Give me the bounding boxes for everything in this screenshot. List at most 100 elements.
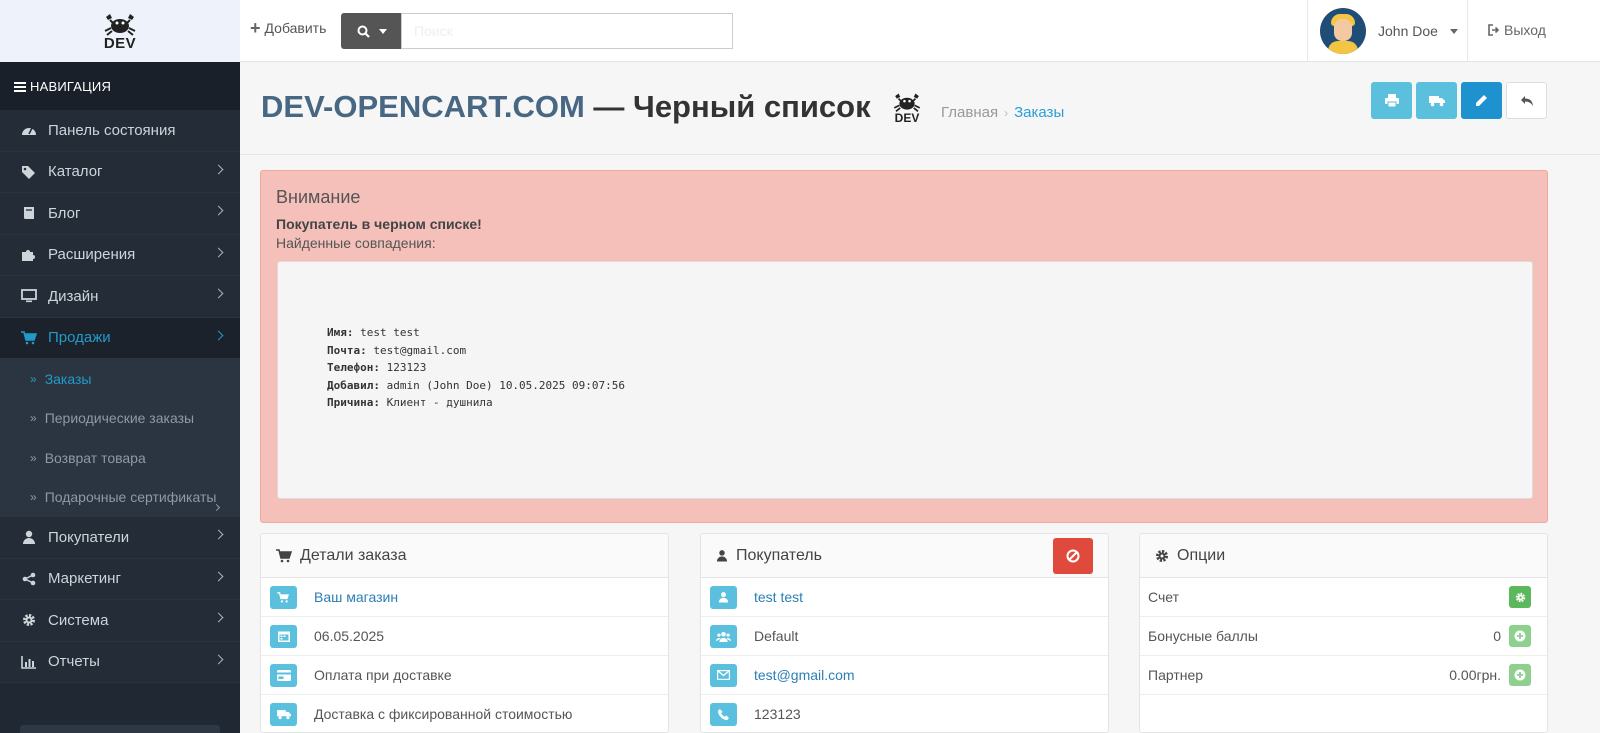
customer-phone-row: 123123 xyxy=(701,695,1108,732)
breadcrumb-separator: › xyxy=(1004,105,1009,120)
chevron-right-icon xyxy=(213,571,224,581)
share-icon xyxy=(20,571,38,587)
sidebar-subitem-orders[interactable]: » Заказы xyxy=(0,359,240,399)
reward-points-label: Бонусные баллы xyxy=(1148,628,1258,644)
page-title-rest: — Черный список xyxy=(584,89,871,124)
sidebar-item-system[interactable]: Система xyxy=(0,600,240,642)
blacklist-alert: Внимание Покупатель в черном списке! Най… xyxy=(260,170,1548,523)
logout-link[interactable]: Выход xyxy=(1488,22,1546,38)
chevron-right-icon xyxy=(213,205,224,216)
breadcrumb: Главная › Заказы xyxy=(941,104,1064,121)
sidebar-item-label: Блог xyxy=(48,204,81,222)
pencil-icon xyxy=(1476,95,1487,106)
sidebar-item-design[interactable]: Дизайн xyxy=(0,276,240,318)
sidebar-subitem-gift-vouchers[interactable]: » Подарочные сертификаты xyxy=(0,477,240,517)
sidebar-subitem-label: Подарочные сертификаты xyxy=(44,489,217,506)
customer-email-link[interactable]: test@gmail.com xyxy=(754,667,855,683)
sidebar-item-reports[interactable]: Отчеты xyxy=(0,641,240,683)
panel-heading: Детали заказа xyxy=(261,534,668,578)
bars-icon xyxy=(14,81,26,92)
search-input[interactable] xyxy=(401,13,733,49)
group-icon xyxy=(710,624,737,648)
customer-group: Default xyxy=(754,628,799,644)
page-header: DEV-OPENCART.COM — Черный список DEV Гла… xyxy=(240,62,1600,155)
print-shipping-button[interactable] xyxy=(1416,82,1457,119)
add-label: Добавить xyxy=(264,20,327,36)
panel-title: Опции xyxy=(1177,546,1226,564)
options-panel: Опции Счет Бонусные баллы 0 Партнер 0.00… xyxy=(1139,533,1548,733)
sidebar-item-catalog[interactable]: Каталог xyxy=(0,151,240,193)
sidebar-subitem-recurring-orders[interactable]: » Периодические заказы xyxy=(0,398,240,438)
sidebar-item-label: Покупатели xyxy=(48,528,130,546)
sidebar-item-extensions[interactable]: Расширения xyxy=(0,234,240,276)
sidebar-item-label: Каталог xyxy=(48,163,103,181)
chevron-right-icon xyxy=(212,503,221,511)
customer-panel: Покупатель test test Default test@gmail.… xyxy=(700,533,1109,733)
add-reward-button[interactable] xyxy=(1509,625,1531,647)
cart-icon xyxy=(270,585,297,609)
user-name: John Doe xyxy=(1378,23,1438,39)
book-icon xyxy=(20,205,38,221)
panel-title: Покупатель xyxy=(736,546,822,564)
reward-points-row: Бонусные баллы 0 xyxy=(1140,617,1547,656)
plus-icon: + xyxy=(250,18,261,38)
crab-logo-icon xyxy=(893,93,921,112)
invoice-row: Счет xyxy=(1140,578,1547,617)
add-button[interactable]: + Добавить xyxy=(250,18,327,38)
date-row: 06.05.2025 xyxy=(261,617,668,656)
calendar-icon xyxy=(270,624,297,648)
sidebar-item-marketing[interactable]: Маркетинг xyxy=(0,558,240,600)
sign-out-icon xyxy=(1488,24,1500,36)
panel-title: Детали заказа xyxy=(300,546,407,564)
chevron-right-icon xyxy=(213,247,224,257)
user-icon xyxy=(716,550,728,562)
double-angle-right-icon: » xyxy=(30,371,37,386)
chevron-right-icon xyxy=(213,164,224,174)
sidebar-item-dashboard[interactable]: Панель состояния xyxy=(0,110,240,152)
plus-circle-icon xyxy=(1514,669,1526,681)
sidebar-item-label: Расширения xyxy=(48,246,136,264)
sidebar-item-sales[interactable]: Продажи xyxy=(0,317,240,359)
double-angle-right-icon: » xyxy=(30,490,37,505)
logo[interactable]: DEV xyxy=(0,0,240,62)
back-button[interactable] xyxy=(1506,82,1547,119)
alert-heading: Внимание xyxy=(276,187,361,207)
search-type-button[interactable] xyxy=(341,13,402,49)
add-commission-button[interactable] xyxy=(1509,664,1531,686)
sidebar-item-label: Система xyxy=(48,611,109,629)
panel-heading: Опции xyxy=(1140,534,1547,578)
double-angle-right-icon: » xyxy=(30,411,37,426)
page-title: DEV-OPENCART.COM — Черный список xyxy=(261,89,871,125)
affiliate-value: 0.00грн. xyxy=(1449,667,1501,683)
search-icon xyxy=(357,25,370,38)
print-invoice-button[interactable] xyxy=(1371,82,1412,119)
navigation-title[interactable]: НАВИГАЦИЯ xyxy=(0,62,240,110)
order-details-panel: Детали заказа Ваш магазин 06.05.2025 Опл… xyxy=(260,533,669,733)
avatar xyxy=(1320,8,1366,54)
cart-icon xyxy=(20,330,38,346)
bar-chart-icon xyxy=(20,654,38,670)
blacklist-button[interactable] xyxy=(1053,538,1093,574)
breadcrumb-orders[interactable]: Заказы xyxy=(1014,104,1064,121)
sidebar-item-blog[interactable]: Блог xyxy=(0,193,240,235)
logout-label: Выход xyxy=(1504,22,1546,38)
user-menu[interactable]: John Doe xyxy=(1307,0,1468,62)
match-details: Имя: test test Почта: test@gmail.com Тел… xyxy=(277,261,1533,499)
edit-button[interactable] xyxy=(1461,82,1502,119)
dashboard-icon xyxy=(20,122,38,138)
mini-logo: DEV xyxy=(890,91,924,125)
sidebar-item-label: Дизайн xyxy=(48,287,99,305)
sidebar-subitem-label: Периодические заказы xyxy=(44,410,195,427)
sidebar-item-label: Маркетинг xyxy=(48,570,121,588)
ban-icon xyxy=(1066,549,1080,563)
generate-invoice-button[interactable] xyxy=(1509,586,1531,608)
breadcrumb-home[interactable]: Главная xyxy=(941,104,998,121)
sidebar-item-customers[interactable]: Покупатели xyxy=(0,517,240,559)
store-link[interactable]: Ваш магазин xyxy=(314,589,398,605)
sidebar-item-label: Панель состояния xyxy=(48,121,176,139)
sidebar-subitem-returns[interactable]: » Возврат товара xyxy=(0,438,240,478)
sidebar-item-label: Продажи xyxy=(48,329,111,347)
customer-name-link[interactable]: test test xyxy=(754,589,803,605)
print-icon xyxy=(1384,94,1399,107)
sidebar-subitem-label: Возврат товара xyxy=(44,449,146,466)
